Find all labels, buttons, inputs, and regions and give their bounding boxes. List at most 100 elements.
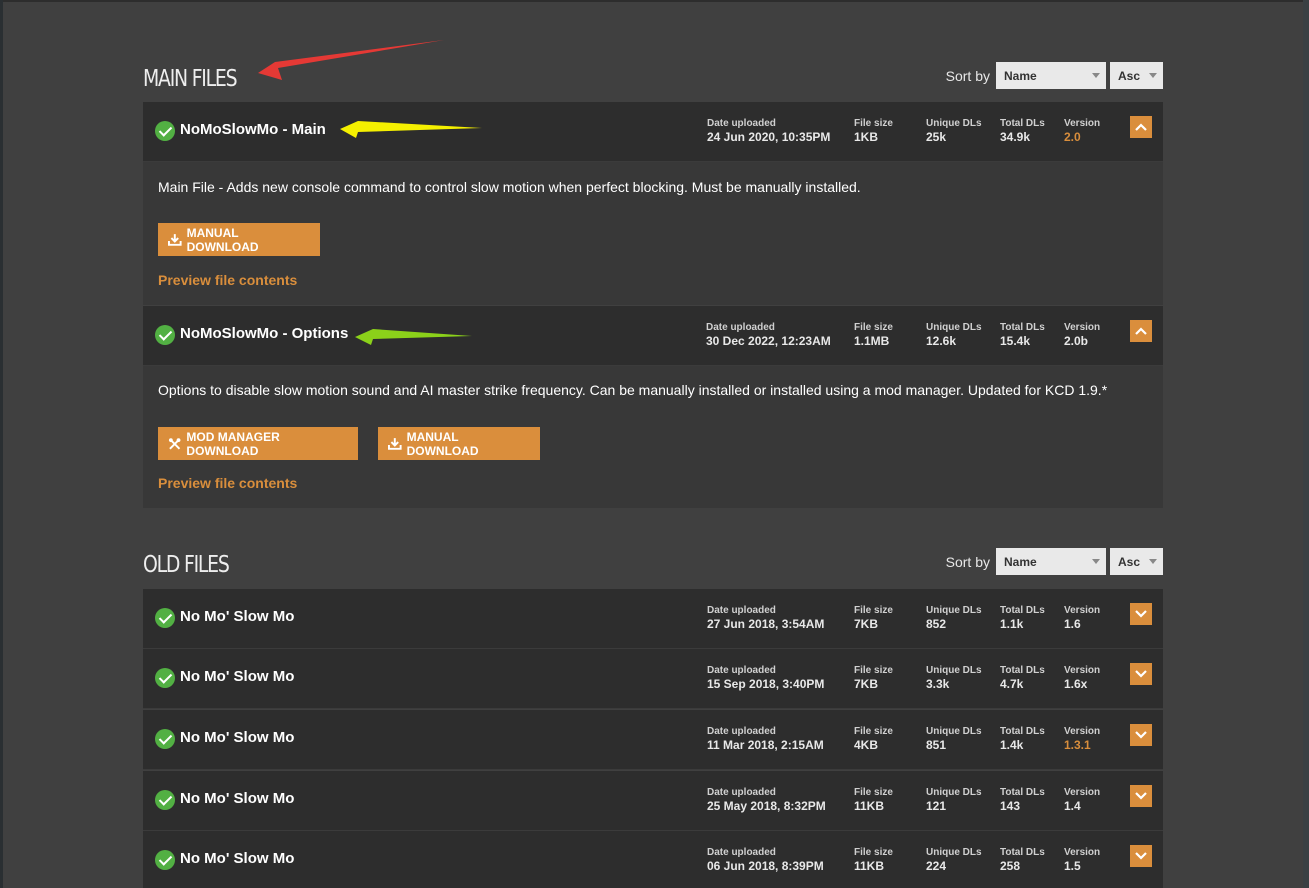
stat-file-size: File size 7KB: [854, 605, 893, 631]
expand-toggle-button[interactable]: [1130, 724, 1152, 746]
sort-field-select[interactable]: Name: [996, 548, 1106, 575]
file-header-options[interactable]: NoMoSlowMo - Options Date uploaded 30 Dec…: [143, 306, 1163, 366]
stat-file-size: File size 1.1MB: [854, 322, 893, 348]
collapse-toggle-button[interactable]: [1130, 116, 1152, 138]
file-description: Options to disable slow motion sound and…: [158, 382, 1108, 398]
window-left-edge: [0, 0, 3, 888]
stat-date-uploaded: Date uploaded 06 Jun 2018, 8:39PM: [707, 847, 824, 873]
stat-file-size: File size 11KB: [854, 787, 893, 813]
stat-total-dls: Total DLs 143: [1000, 787, 1045, 813]
stat-version: Version 2.0: [1064, 118, 1101, 144]
stat-total-dls: Total DLs 1.1k: [1000, 605, 1045, 631]
chevron-up-icon: [1135, 327, 1147, 335]
stat-version: Version 2.0b: [1064, 322, 1101, 348]
chevron-down-icon: [1149, 559, 1157, 564]
file-name[interactable]: NoMoSlowMo - Main: [180, 121, 326, 138]
sort-direction-select[interactable]: Asc: [1110, 62, 1163, 89]
check-circle-icon: [155, 790, 175, 810]
old-files-header: OLD FILES Sort by Name Asc: [143, 538, 1163, 578]
stat-total-dls: Total DLs 34.9k: [1000, 118, 1045, 144]
check-circle-icon: [155, 729, 175, 749]
stat-file-size: File size 11KB: [854, 847, 893, 873]
sort-by-label: Sort by: [945, 67, 990, 84]
expand-toggle-button[interactable]: [1130, 845, 1152, 867]
stat-unique-dls: Unique DLs 121: [926, 787, 982, 813]
stat-total-dls: Total DLs 258: [1000, 847, 1045, 873]
old-file-row[interactable]: No Mo' Slow Mo Date uploaded 15 Sep 2018,…: [143, 649, 1163, 709]
chevron-down-icon: [1135, 852, 1147, 860]
expand-toggle-button[interactable]: [1130, 603, 1152, 625]
stat-total-dls: Total DLs 15.4k: [1000, 322, 1045, 348]
sort-field-value: Name: [1004, 68, 1037, 83]
stat-date-uploaded: Date uploaded 24 Jun 2020, 10:35PM: [707, 118, 831, 144]
chevron-down-icon: [1092, 73, 1100, 78]
stat-date-uploaded: Date uploaded 27 Jun 2018, 3:54AM: [707, 605, 825, 631]
chevron-down-icon: [1135, 610, 1147, 618]
stat-unique-dls: Unique DLs 851: [926, 726, 982, 752]
download-icon: [388, 438, 402, 450]
manual-download-button[interactable]: MANUAL DOWNLOAD: [158, 223, 320, 256]
stat-unique-dls: Unique DLs 852: [926, 605, 982, 631]
stat-file-size: File size 4KB: [854, 726, 893, 752]
file-name[interactable]: No Mo' Slow Mo: [180, 850, 294, 867]
chevron-down-icon: [1135, 731, 1147, 739]
stat-version: Version 1.6: [1064, 605, 1101, 631]
window-top-edge: [0, 0, 1309, 2]
chevron-down-icon: [1149, 73, 1157, 78]
stat-version: Version 1.6x: [1064, 665, 1101, 691]
file-name[interactable]: No Mo' Slow Mo: [180, 608, 294, 625]
expand-toggle-button[interactable]: [1130, 785, 1152, 807]
old-file-row[interactable]: No Mo' Slow Mo Date uploaded 27 Jun 2018,…: [143, 589, 1163, 649]
preview-file-contents-link[interactable]: Preview file contents: [158, 272, 297, 288]
stat-version: Version 1.3.1: [1064, 726, 1101, 752]
stat-version: Version 1.4: [1064, 787, 1101, 813]
old-files-sort: Sort by Name Asc: [946, 548, 1163, 575]
stat-file-size: File size 7KB: [854, 665, 893, 691]
stat-unique-dls: Unique DLs 25k: [926, 118, 982, 144]
file-header-main[interactable]: NoMoSlowMo - Main Date uploaded 24 Jun 20…: [143, 102, 1163, 162]
file-name[interactable]: No Mo' Slow Mo: [180, 668, 294, 685]
file-name[interactable]: No Mo' Slow Mo: [180, 790, 294, 807]
old-files-title: OLD FILES: [143, 552, 230, 578]
chevron-down-icon: [1092, 559, 1100, 564]
manual-download-button[interactable]: MANUAL DOWNLOAD: [378, 427, 540, 460]
chevron-down-icon: [1135, 670, 1147, 678]
stat-date-uploaded: Date uploaded 11 Mar 2018, 2:15AM: [707, 726, 824, 752]
download-icon: [168, 234, 182, 246]
old-file-row[interactable]: No Mo' Slow Mo Date uploaded 11 Mar 2018,…: [143, 710, 1163, 770]
check-circle-icon: [155, 668, 175, 688]
check-circle-icon: [155, 325, 175, 345]
stat-unique-dls: Unique DLs 224: [926, 847, 982, 873]
sort-direction-value: Asc: [1118, 554, 1141, 569]
stat-date-uploaded: Date uploaded 25 May 2018, 8:32PM: [707, 787, 826, 813]
file-description: Main File - Adds new console command to …: [158, 179, 861, 195]
stat-version: Version 1.5: [1064, 847, 1101, 873]
main-files-sort: Sort by Name Asc: [946, 62, 1163, 89]
file-name[interactable]: No Mo' Slow Mo: [180, 729, 294, 746]
stat-date-uploaded: Date uploaded 15 Sep 2018, 3:40PM: [707, 665, 825, 691]
chevron-down-icon: [1135, 792, 1147, 800]
main-files-header: MAIN FILES Sort by Name Asc: [143, 52, 1163, 92]
check-circle-icon: [155, 121, 175, 141]
sort-direction-value: Asc: [1118, 68, 1141, 83]
file-name[interactable]: NoMoSlowMo - Options: [180, 325, 348, 342]
sort-field-select[interactable]: Name: [996, 62, 1106, 89]
main-files-title: MAIN FILES: [143, 66, 238, 92]
mod-manager-download-button[interactable]: MOD MANAGER DOWNLOAD: [158, 427, 358, 460]
expand-toggle-button[interactable]: [1130, 663, 1152, 685]
stat-date-uploaded: Date uploaded 30 Dec 2022, 12:23AM: [706, 322, 831, 348]
stat-total-dls: Total DLs 4.7k: [1000, 665, 1045, 691]
old-file-row[interactable]: No Mo' Slow Mo Date uploaded 06 Jun 2018,…: [143, 831, 1163, 888]
stat-unique-dls: Unique DLs 3.3k: [926, 665, 982, 691]
stat-total-dls: Total DLs 1.4k: [1000, 726, 1045, 752]
preview-file-contents-link[interactable]: Preview file contents: [158, 475, 297, 491]
sort-direction-select[interactable]: Asc: [1110, 548, 1163, 575]
sort-field-value: Name: [1004, 554, 1037, 569]
collapse-toggle-button[interactable]: [1130, 320, 1152, 342]
file-body-options: Options to disable slow motion sound and…: [143, 366, 1163, 508]
window-right-edge: [1303, 0, 1309, 888]
mod-manager-icon: [168, 437, 181, 449]
check-circle-icon: [155, 850, 175, 870]
old-file-row[interactable]: No Mo' Slow Mo Date uploaded 25 May 2018,…: [143, 771, 1163, 831]
chevron-up-icon: [1135, 123, 1147, 131]
